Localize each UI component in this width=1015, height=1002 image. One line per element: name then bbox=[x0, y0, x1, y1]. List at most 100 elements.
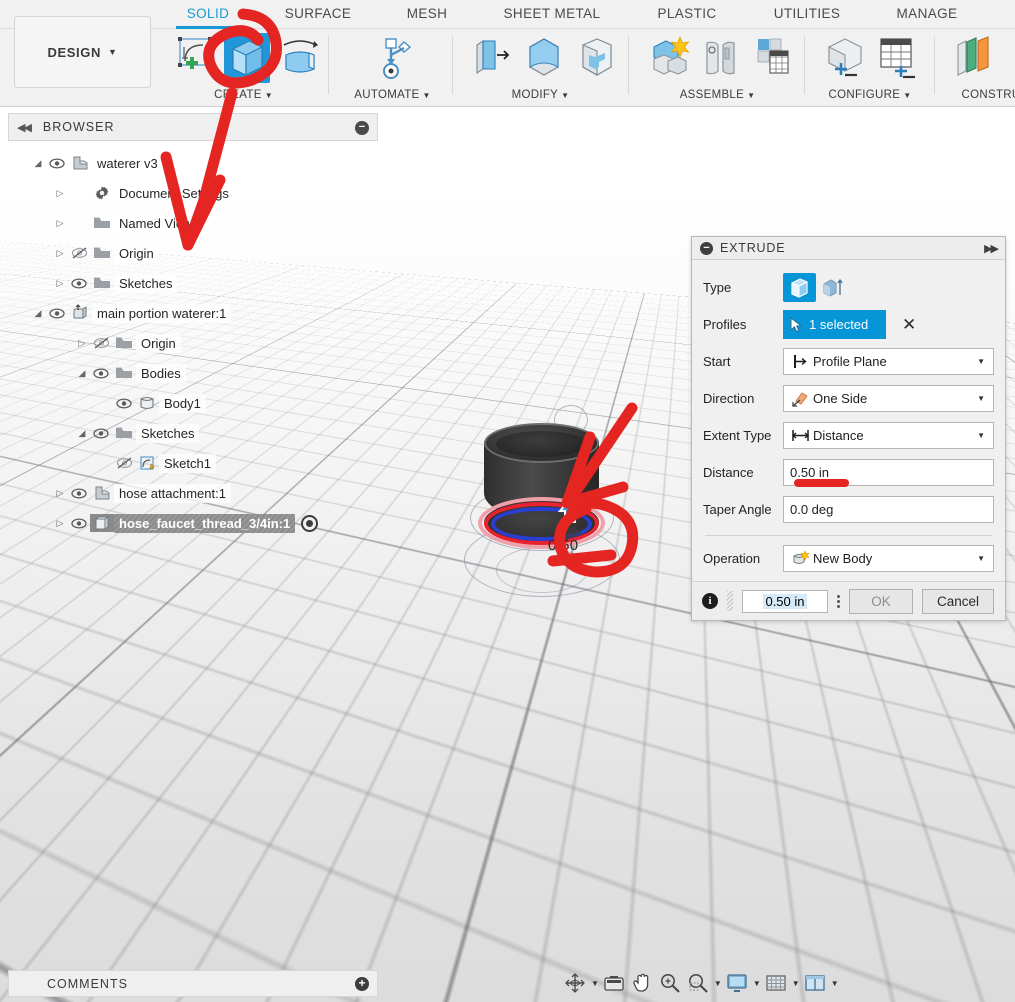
visibility-eye-icon[interactable] bbox=[113, 397, 135, 409]
visibility-eye-icon[interactable] bbox=[46, 307, 68, 319]
visibility-eye-hidden-icon[interactable] bbox=[90, 337, 112, 349]
chevron-down-icon[interactable]: ▼ bbox=[977, 431, 985, 440]
press-pull-icon[interactable] bbox=[469, 33, 515, 83]
extrude-dialog[interactable]: − EXTRUDE ▶▶ Type Profiles 1 selected ✕ … bbox=[691, 236, 1006, 621]
twisty-down-icon[interactable]: ◢ bbox=[30, 308, 46, 319]
tree-item-waterer-v3[interactable]: ◢ waterer v3 bbox=[8, 148, 380, 178]
revolve-icon[interactable] bbox=[276, 33, 322, 83]
visibility-eye-icon[interactable] bbox=[68, 487, 90, 499]
visibility-eye-hidden-icon[interactable] bbox=[68, 247, 90, 259]
ribbon-group-configure-label[interactable]: CONFIGURE ▼ bbox=[815, 89, 925, 101]
twisty-down-icon[interactable]: ◢ bbox=[74, 428, 90, 439]
start-dropdown[interactable]: Profile Plane ▼ bbox=[783, 348, 994, 375]
direction-dropdown[interactable]: One Side ▼ bbox=[783, 385, 994, 412]
tree-item-body1[interactable]: Body1 bbox=[8, 388, 380, 418]
ribbon-group-construct-label[interactable]: CONSTRUCT bbox=[944, 89, 1015, 101]
ribbon-group-assemble-label[interactable]: ASSEMBLE ▼ bbox=[640, 89, 795, 101]
dimension-value-label[interactable]: 0.50 bbox=[548, 537, 578, 554]
chevron-down-icon[interactable]: ▼ bbox=[792, 979, 800, 988]
navitem-orbit[interactable]: ▼ bbox=[562, 970, 599, 996]
ribbon-group-create-label[interactable]: CREATE ▼ bbox=[166, 89, 321, 101]
offset-plane-icon[interactable] bbox=[950, 33, 996, 83]
twisty-right-icon[interactable]: ▷ bbox=[52, 518, 68, 529]
shell-icon[interactable] bbox=[573, 33, 619, 83]
tree-item-hose-attachment[interactable]: ▷ hose attachment:1 bbox=[8, 478, 380, 508]
orbit-icon[interactable] bbox=[562, 970, 588, 996]
visibility-eye-icon[interactable] bbox=[68, 277, 90, 289]
visibility-eye-icon[interactable] bbox=[68, 517, 90, 529]
extent-type-dropdown[interactable]: Distance ▼ bbox=[783, 422, 994, 449]
tree-item-main-portion-waterer[interactable]: ◢ main portion waterer:1 bbox=[8, 298, 380, 328]
configure-part-icon[interactable] bbox=[821, 33, 867, 83]
zoom-window-icon[interactable] bbox=[685, 970, 711, 996]
visibility-eye-icon[interactable] bbox=[46, 157, 68, 169]
operation-dropdown[interactable]: New Body ▼ bbox=[783, 545, 994, 572]
twisty-right-icon[interactable]: ▷ bbox=[52, 218, 68, 229]
footer-distance-input[interactable]: 0.50 in bbox=[742, 589, 828, 613]
profiles-selection-chip[interactable]: 1 selected bbox=[783, 310, 886, 339]
twisty-down-icon[interactable]: ◢ bbox=[74, 368, 90, 379]
tab-surface[interactable]: SURFACE bbox=[272, 0, 364, 29]
visibility-eye-hidden-icon[interactable] bbox=[113, 457, 135, 469]
display-settings-icon[interactable] bbox=[724, 970, 750, 996]
chevron-down-icon[interactable]: ▼ bbox=[753, 979, 761, 988]
new-component-icon[interactable] bbox=[646, 33, 692, 83]
tree-item-sketch1[interactable]: Sketch1 bbox=[8, 448, 380, 478]
tree-item-origin-sub[interactable]: ▷ Origin bbox=[8, 328, 380, 358]
tab-sheet-metal[interactable]: SHEET METAL bbox=[492, 0, 612, 29]
chevron-down-icon[interactable]: ▼ bbox=[977, 554, 985, 563]
zoom-icon[interactable] bbox=[657, 970, 683, 996]
ribbon-group-automate-label[interactable]: AUTOMATE ▼ bbox=[340, 89, 445, 101]
automate-icon[interactable] bbox=[370, 33, 416, 83]
tab-utilities[interactable]: UTILITIES bbox=[760, 0, 854, 29]
cancel-button[interactable]: Cancel bbox=[922, 588, 995, 614]
plus-icon[interactable]: + bbox=[355, 977, 369, 991]
extrude-preview-model[interactable]: 0.50 bbox=[462, 405, 632, 620]
design-workspace-button[interactable]: DESIGN ▼ bbox=[14, 16, 151, 88]
close-icon[interactable]: ✕ bbox=[902, 316, 916, 333]
tree-item-hose-faucet-thread[interactable]: ▷ hose_faucet_thread_3/4in:1 bbox=[8, 508, 380, 538]
comments-panel[interactable]: COMMENTS + bbox=[8, 970, 378, 997]
taper-angle-input[interactable]: 0.0 deg bbox=[783, 496, 994, 523]
navitem-zoom-window[interactable]: ▼ bbox=[685, 970, 722, 996]
kebab-icon[interactable] bbox=[837, 594, 840, 608]
tree-item-document-settings[interactable]: ▷ Document Settings bbox=[8, 178, 380, 208]
navitem-pan[interactable] bbox=[629, 970, 655, 996]
navitem-zoom[interactable] bbox=[657, 970, 683, 996]
twisty-right-icon[interactable]: ▷ bbox=[52, 278, 68, 289]
twisty-right-icon[interactable]: ▷ bbox=[52, 188, 68, 199]
resize-grip[interactable] bbox=[727, 591, 733, 611]
navitem-display-settings[interactable]: ▼ bbox=[724, 970, 761, 996]
chevron-down-icon[interactable]: ▼ bbox=[714, 979, 722, 988]
minimize-icon[interactable]: − bbox=[700, 241, 713, 255]
twisty-right-icon[interactable]: ▷ bbox=[52, 488, 68, 499]
minimize-icon[interactable]: − bbox=[355, 121, 369, 135]
tree-item-bodies[interactable]: ◢ Bodies bbox=[8, 358, 380, 388]
configure-table-icon[interactable] bbox=[873, 33, 919, 83]
extrude-arrow-handle-icon[interactable] bbox=[557, 497, 583, 523]
tree-item-named-views[interactable]: ▷ Named Views bbox=[8, 208, 380, 238]
browser-header[interactable]: ◀◀ BROWSER − bbox=[8, 113, 378, 141]
ok-button[interactable]: OK bbox=[849, 588, 913, 614]
activate-component-toggle[interactable] bbox=[301, 514, 319, 532]
navitem-grid-snaps[interactable]: ▼ bbox=[763, 970, 800, 996]
navitem-look-at[interactable] bbox=[601, 970, 627, 996]
chevron-down-icon[interactable]: ▼ bbox=[977, 357, 985, 366]
visibility-eye-icon[interactable] bbox=[90, 367, 112, 379]
pan-icon[interactable] bbox=[629, 970, 655, 996]
joint-origin-icon[interactable] bbox=[750, 33, 796, 83]
tree-item-sketches-sub[interactable]: ◢ Sketches bbox=[8, 418, 380, 448]
twisty-right-icon[interactable]: ▷ bbox=[52, 248, 68, 259]
expand-right-icon[interactable]: ▶▶ bbox=[984, 242, 999, 255]
tab-mesh[interactable]: MESH bbox=[390, 0, 464, 29]
extrude-icon[interactable] bbox=[224, 33, 270, 83]
ribbon-group-modify-label[interactable]: MODIFY ▼ bbox=[463, 89, 618, 101]
chevron-down-icon[interactable]: ▼ bbox=[977, 394, 985, 403]
visibility-eye-icon[interactable] bbox=[90, 427, 112, 439]
tab-manage[interactable]: MANAGE bbox=[880, 0, 974, 29]
fillet-icon[interactable] bbox=[521, 33, 567, 83]
create-sketch-icon[interactable] bbox=[172, 33, 218, 83]
extrude-profile-icon[interactable] bbox=[783, 273, 816, 302]
tree-item-sketches-root[interactable]: ▷ Sketches bbox=[8, 268, 380, 298]
tab-solid[interactable]: SOLID bbox=[176, 0, 240, 29]
